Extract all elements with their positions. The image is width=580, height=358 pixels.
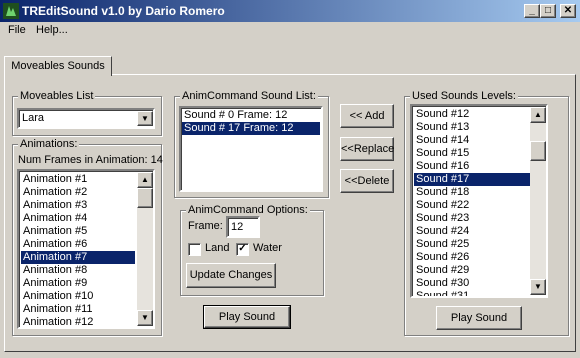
replace-button[interactable]: <<Replace — [340, 137, 394, 161]
tab-moveables-sounds[interactable]: Moveables Sounds — [4, 56, 112, 76]
menu-file[interactable]: File — [8, 24, 26, 36]
menu-help[interactable]: Help... — [36, 24, 68, 36]
water-checkbox[interactable]: ✓ — [236, 243, 249, 256]
land-label: Land — [205, 242, 230, 254]
used-sound-list-item[interactable]: Sound #22 — [414, 199, 530, 212]
frame-input-value: 12 — [231, 221, 244, 233]
app-icon — [3, 3, 19, 19]
animation-list-item[interactable]: Animation #5 — [21, 225, 135, 238]
used-sound-list-item[interactable]: Sound #29 — [414, 264, 530, 277]
used-sound-list-item[interactable]: Sound #14 — [414, 134, 530, 147]
dropdown-arrow-icon[interactable]: ▼ — [137, 111, 153, 126]
water-label: Water — [253, 242, 282, 254]
anim-sound-list[interactable]: Sound # 0 Frame: 12 Sound # 17 Frame: 12 — [179, 106, 323, 192]
animation-list-item[interactable]: Animation #6 — [21, 238, 135, 251]
animation-list-item[interactable]: Animation #10 — [21, 290, 135, 303]
used-sound-list-item[interactable]: Sound #26 — [414, 251, 530, 264]
moveables-select[interactable]: Lara ▼ — [17, 108, 155, 129]
anim-sound-list-item[interactable]: Sound # 17 Frame: 12 — [182, 122, 320, 135]
update-changes-button[interactable]: Update Changes — [186, 263, 276, 288]
used-sound-list-item[interactable]: Sound #24 — [414, 225, 530, 238]
delete-button[interactable]: <<Delete — [340, 169, 394, 193]
maximize-button[interactable]: □ — [540, 4, 556, 18]
anim-sound-list-legend: AnimCommand Sound List: — [180, 90, 318, 102]
used-sound-list-item[interactable]: Sound #23 — [414, 212, 530, 225]
title-bar[interactable]: TREditSound v1.0 by Dario Romero _ □ ✕ — [0, 0, 580, 22]
close-button[interactable]: ✕ — [560, 4, 576, 18]
animations-list[interactable]: Animation #1 Animation #2 Animation #3 Anim… — [17, 169, 155, 329]
used-sound-list-item[interactable]: Sound #30 — [414, 277, 530, 290]
scroll-up-icon[interactable]: ▲ — [137, 172, 153, 188]
frame-input[interactable]: 12 — [226, 216, 260, 238]
used-sounds-scrollbar[interactable]: ▲ ▼ — [530, 107, 546, 295]
anim-options-legend: AnimCommand Options: — [186, 204, 310, 216]
moveables-selected-value: Lara — [22, 112, 45, 124]
used-sound-list-item[interactable]: Sound #12 — [414, 108, 530, 121]
minimize-button[interactable]: _ — [524, 4, 540, 18]
animation-list-item[interactable]: Animation #4 — [21, 212, 135, 225]
scroll-up-icon[interactable]: ▲ — [530, 107, 546, 123]
animation-list-item[interactable]: Animation #1 — [21, 173, 135, 186]
animation-list-item[interactable]: Animation #2 — [21, 186, 135, 199]
animation-list-item[interactable]: Animation #11 — [21, 303, 135, 316]
animation-list-item[interactable]: Animation #7 — [21, 251, 135, 264]
animation-list-item[interactable]: Animation #12 — [21, 316, 135, 327]
play-sound-center-button[interactable]: Play Sound — [203, 305, 291, 329]
window-title: TREditSound v1.0 by Dario Romero — [22, 4, 225, 18]
animation-list-item[interactable]: Animation #9 — [21, 277, 135, 290]
used-sound-list-item[interactable]: Sound #15 — [414, 147, 530, 160]
used-sounds-legend: Used Sounds Levels: — [410, 90, 518, 102]
anim-sound-list-item[interactable]: Sound # 0 Frame: 12 — [182, 109, 320, 122]
moveables-legend: Moveables List — [18, 90, 96, 102]
frame-label: Frame: — [188, 220, 223, 232]
used-sound-list-item[interactable]: Sound #18 — [414, 186, 530, 199]
water-check-mark: ✓ — [238, 243, 247, 254]
scroll-down-icon[interactable]: ▼ — [530, 279, 546, 295]
used-sound-list-item[interactable]: Sound #31 — [414, 290, 530, 296]
land-checkbox[interactable] — [188, 243, 201, 256]
used-sound-list-item[interactable]: Sound #16 — [414, 160, 530, 173]
scroll-down-icon[interactable]: ▼ — [137, 310, 153, 326]
animation-list-item[interactable]: Animation #3 — [21, 199, 135, 212]
scroll-thumb[interactable] — [137, 188, 153, 208]
animation-list-item[interactable]: Animation #8 — [21, 264, 135, 277]
animations-legend: Animations: — [18, 138, 80, 150]
menu-bar: File Help... — [0, 22, 580, 41]
used-sounds-list[interactable]: Sound #12 Sound #13 Sound #14 Sound #15 Soun… — [410, 104, 548, 298]
play-sound-button[interactable]: Play Sound — [436, 306, 522, 330]
used-sound-list-item[interactable]: Sound #17 — [414, 173, 530, 186]
used-sound-list-item[interactable]: Sound #13 — [414, 121, 530, 134]
animations-scrollbar[interactable]: ▲ ▼ — [137, 172, 153, 326]
used-sound-list-item[interactable]: Sound #25 — [414, 238, 530, 251]
num-frames-label: Num Frames in Animation: 14 — [18, 154, 163, 166]
scroll-thumb[interactable] — [530, 141, 546, 161]
add-button[interactable]: << Add — [340, 104, 394, 128]
